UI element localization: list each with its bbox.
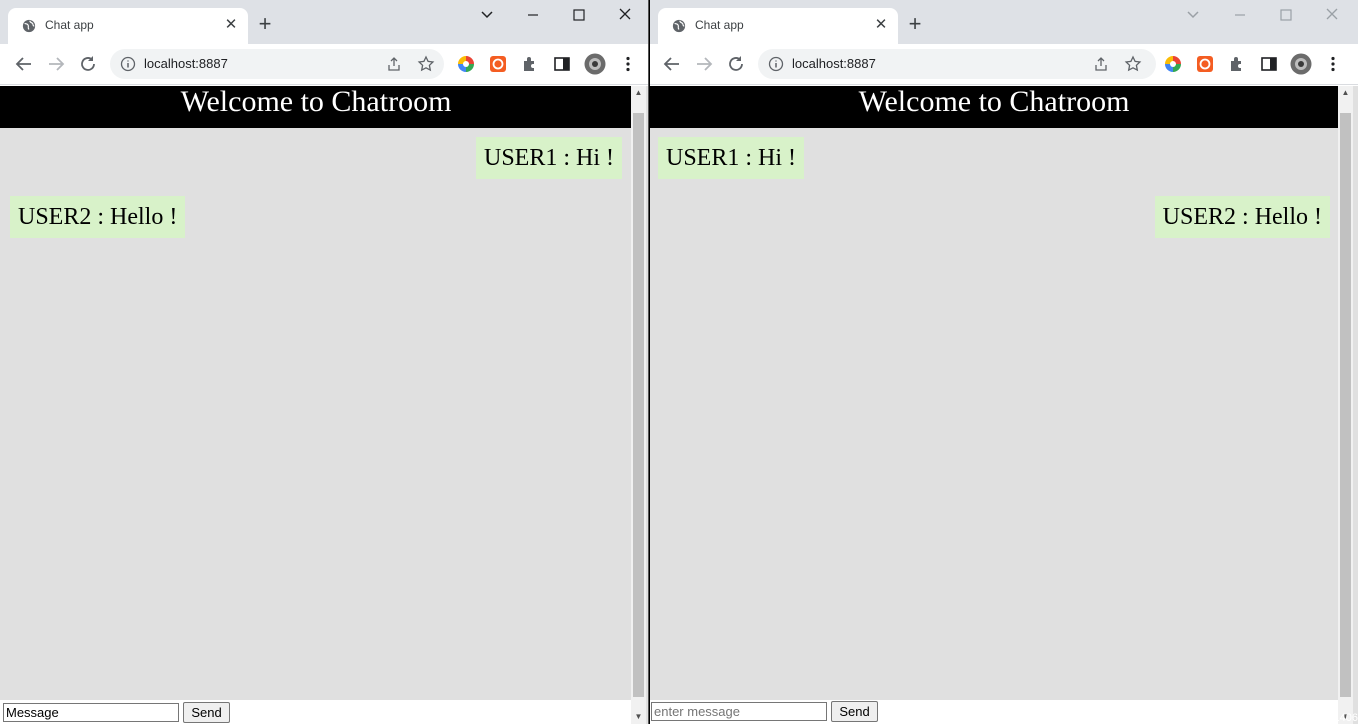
address-bar[interactable]: localhost:8887 [758,49,1156,79]
color-wheel-icon[interactable] [1164,55,1182,73]
forward-icon[interactable] [45,53,67,75]
page-title: Welcome to Chatroom [650,86,1338,128]
page-title: Welcome to Chatroom [0,86,632,128]
scroll-thumb[interactable] [1340,113,1351,697]
puzzle-icon[interactable] [1228,55,1246,73]
puzzle-icon[interactable] [521,55,539,73]
chat-message: USER1 : Hi ! [475,137,622,179]
close-icon[interactable] [1320,4,1344,26]
address-bar[interactable]: localhost:8887 [110,49,444,79]
reload-icon[interactable] [77,53,99,75]
scroll-thumb[interactable] [633,113,644,697]
info-icon[interactable] [768,56,784,72]
close-icon[interactable] [613,4,637,26]
new-tab-button[interactable]: + [903,13,927,37]
orange-extension-icon[interactable] [489,55,507,73]
scroll-down-arrow[interactable]: ▼ [631,710,646,724]
url-text: localhost:8887 [792,56,876,71]
new-tab-button[interactable]: + [253,13,277,37]
browser-window-left: Chat app ✕ + localhost:8887 Welcome to C… [0,0,649,724]
message-input[interactable] [3,703,179,722]
chevron-down-icon[interactable] [475,4,499,26]
orange-extension-icon[interactable] [1196,55,1214,73]
tab-strip: Chat app ✕ + [650,0,1358,44]
browser-toolbar: localhost:8887 [650,44,1358,85]
send-button[interactable]: Send [831,701,878,722]
globe-icon [22,19,36,33]
maximize-icon[interactable] [1274,4,1298,26]
color-wheel-icon[interactable] [457,55,475,73]
kebab-menu-icon[interactable] [1324,55,1342,73]
url-text: localhost:8887 [144,56,228,71]
side-panel-icon[interactable] [1260,55,1278,73]
browser-window-right: Chat app ✕ + localhost:8887 Welcome to C… [650,0,1358,724]
star-icon[interactable] [417,55,435,73]
reload-icon[interactable] [725,53,747,75]
kebab-menu-icon[interactable] [619,55,637,73]
back-icon[interactable] [661,53,683,75]
tab-strip: Chat app ✕ + [0,0,648,44]
minimize-icon[interactable] [521,4,545,26]
share-icon[interactable] [1093,56,1109,72]
info-icon[interactable] [120,56,136,72]
scroll-up-arrow[interactable]: ▲ [631,86,646,100]
chat-message: USER1 : Hi ! [658,137,805,179]
star-icon[interactable] [1124,55,1142,73]
profile-avatar[interactable] [584,53,606,75]
browser-toolbar: localhost:8887 [0,44,648,85]
tab-chat-app[interactable]: Chat app ✕ [658,8,898,44]
chat-message: USER2 : Hello ! [10,196,186,238]
profile-avatar[interactable] [1290,53,1312,75]
build-watermark: Build 19041.vb_release.191206-1406 [1175,712,1358,724]
tab-chat-app[interactable]: Chat app ✕ [8,8,248,44]
tab-close-icon[interactable]: ✕ [222,16,240,34]
minimize-icon[interactable] [1228,4,1252,26]
message-input-bar: Send [0,700,632,724]
forward-icon[interactable] [693,53,715,75]
side-panel-icon[interactable] [553,55,571,73]
maximize-icon[interactable] [567,4,591,26]
scrollbar[interactable]: ▲ ▼ [631,86,646,724]
chat-message: USER2 : Hello ! [1154,196,1330,238]
globe-icon [672,19,686,33]
tab-close-icon[interactable]: ✕ [872,16,890,34]
tab-title: Chat app [45,18,94,32]
back-icon[interactable] [13,53,35,75]
scroll-up-arrow[interactable]: ▲ [1338,86,1353,100]
page-viewport: Welcome to Chatroom USER1 : Hi ! USER2 :… [650,86,1358,724]
chevron-down-icon[interactable] [1181,4,1205,26]
send-button[interactable]: Send [183,702,230,723]
page-viewport: Welcome to Chatroom USER1 : Hi ! USER2 :… [0,86,648,724]
scrollbar[interactable]: ▲ ▼ [1338,86,1353,724]
share-icon[interactable] [386,56,402,72]
tab-title: Chat app [695,18,744,32]
message-input[interactable] [651,702,827,721]
